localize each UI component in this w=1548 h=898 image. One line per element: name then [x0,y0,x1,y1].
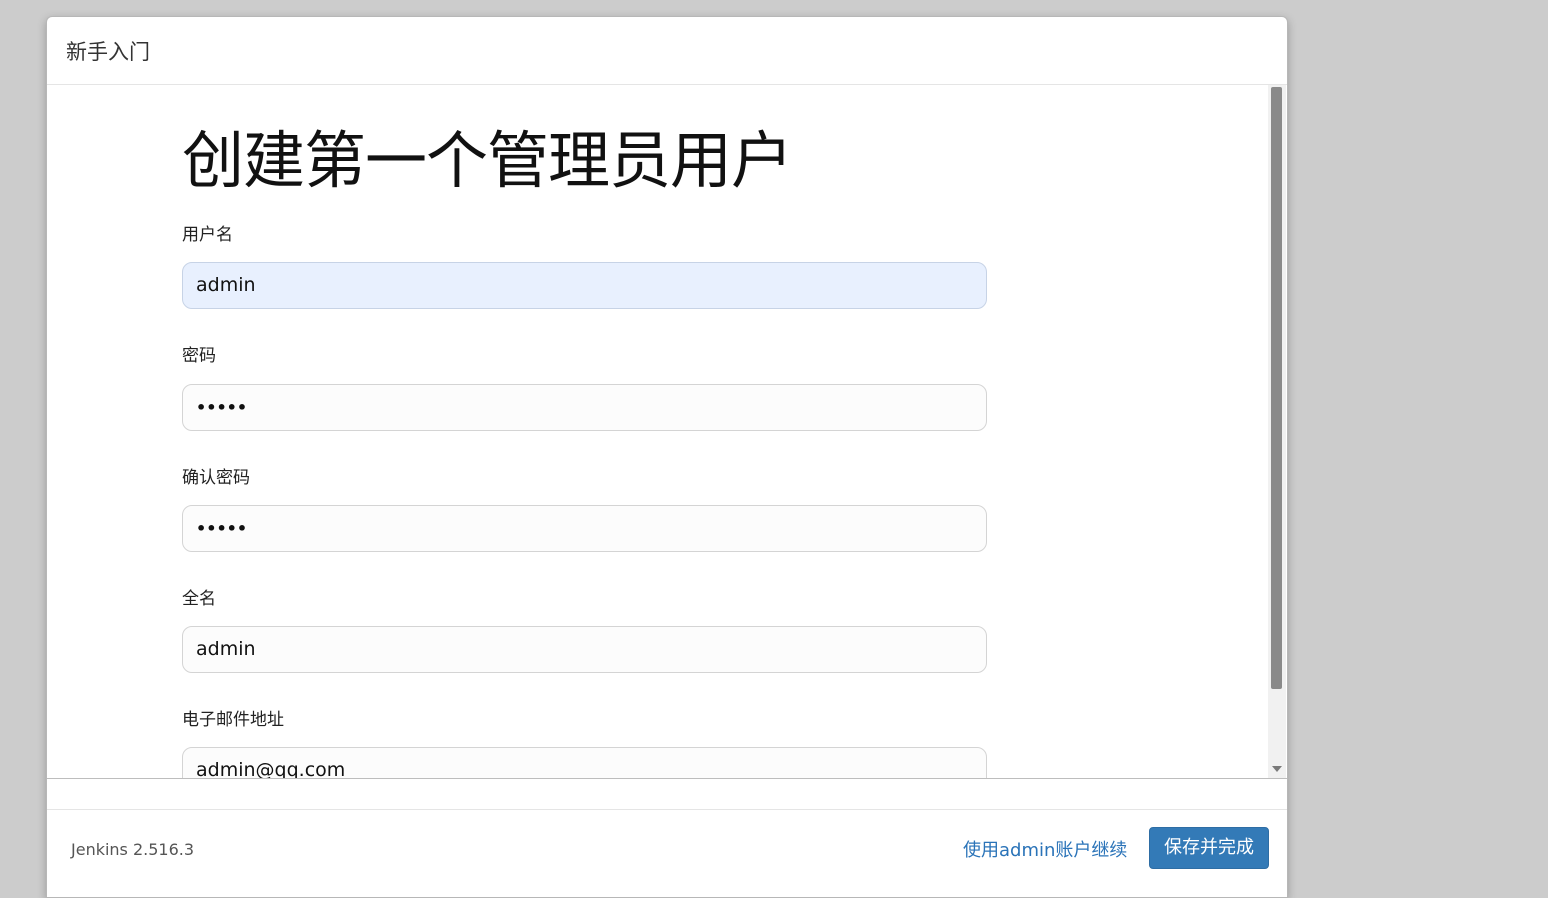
username-input[interactable]: admin [182,262,987,309]
confirm-password-label: 确认密码 [182,468,250,488]
dialog-footer: Jenkins 2.516.3 使用admin账户继续 保存并完成 [47,809,1287,897]
fullname-input[interactable]: admin [182,626,987,673]
dialog-body: 创建第一个管理员用户 用户名 admin 密码 ••••• 确认密码 •••••… [47,85,1268,778]
password-input[interactable]: ••••• [182,384,987,431]
email-label: 电子邮件地址 [182,710,284,730]
setup-wizard-dialog: 新手入门 创建第一个管理员用户 用户名 admin 密码 ••••• 确认密码 … [46,16,1288,898]
username-label: 用户名 [182,225,233,245]
dialog-title: 新手入门 [66,40,150,64]
password-label: 密码 [182,346,216,366]
body-divider [47,778,1287,779]
email-input[interactable]: admin@qq.com [182,747,987,778]
continue-as-admin-link[interactable]: 使用admin账户继续 [963,836,1127,862]
save-and-finish-button[interactable]: 保存并完成 [1149,827,1269,869]
dialog-header: 新手入门 [47,17,1287,85]
scrollbar-thumb[interactable] [1271,87,1282,689]
page-heading: 创建第一个管理员用户 [182,124,793,197]
fullname-label: 全名 [182,589,216,609]
confirm-password-input[interactable]: ••••• [182,505,987,552]
vertical-scrollbar[interactable] [1268,85,1286,778]
version-label: Jenkins 2.516.3 [71,840,195,859]
scroll-down-arrow-icon[interactable] [1272,766,1282,772]
